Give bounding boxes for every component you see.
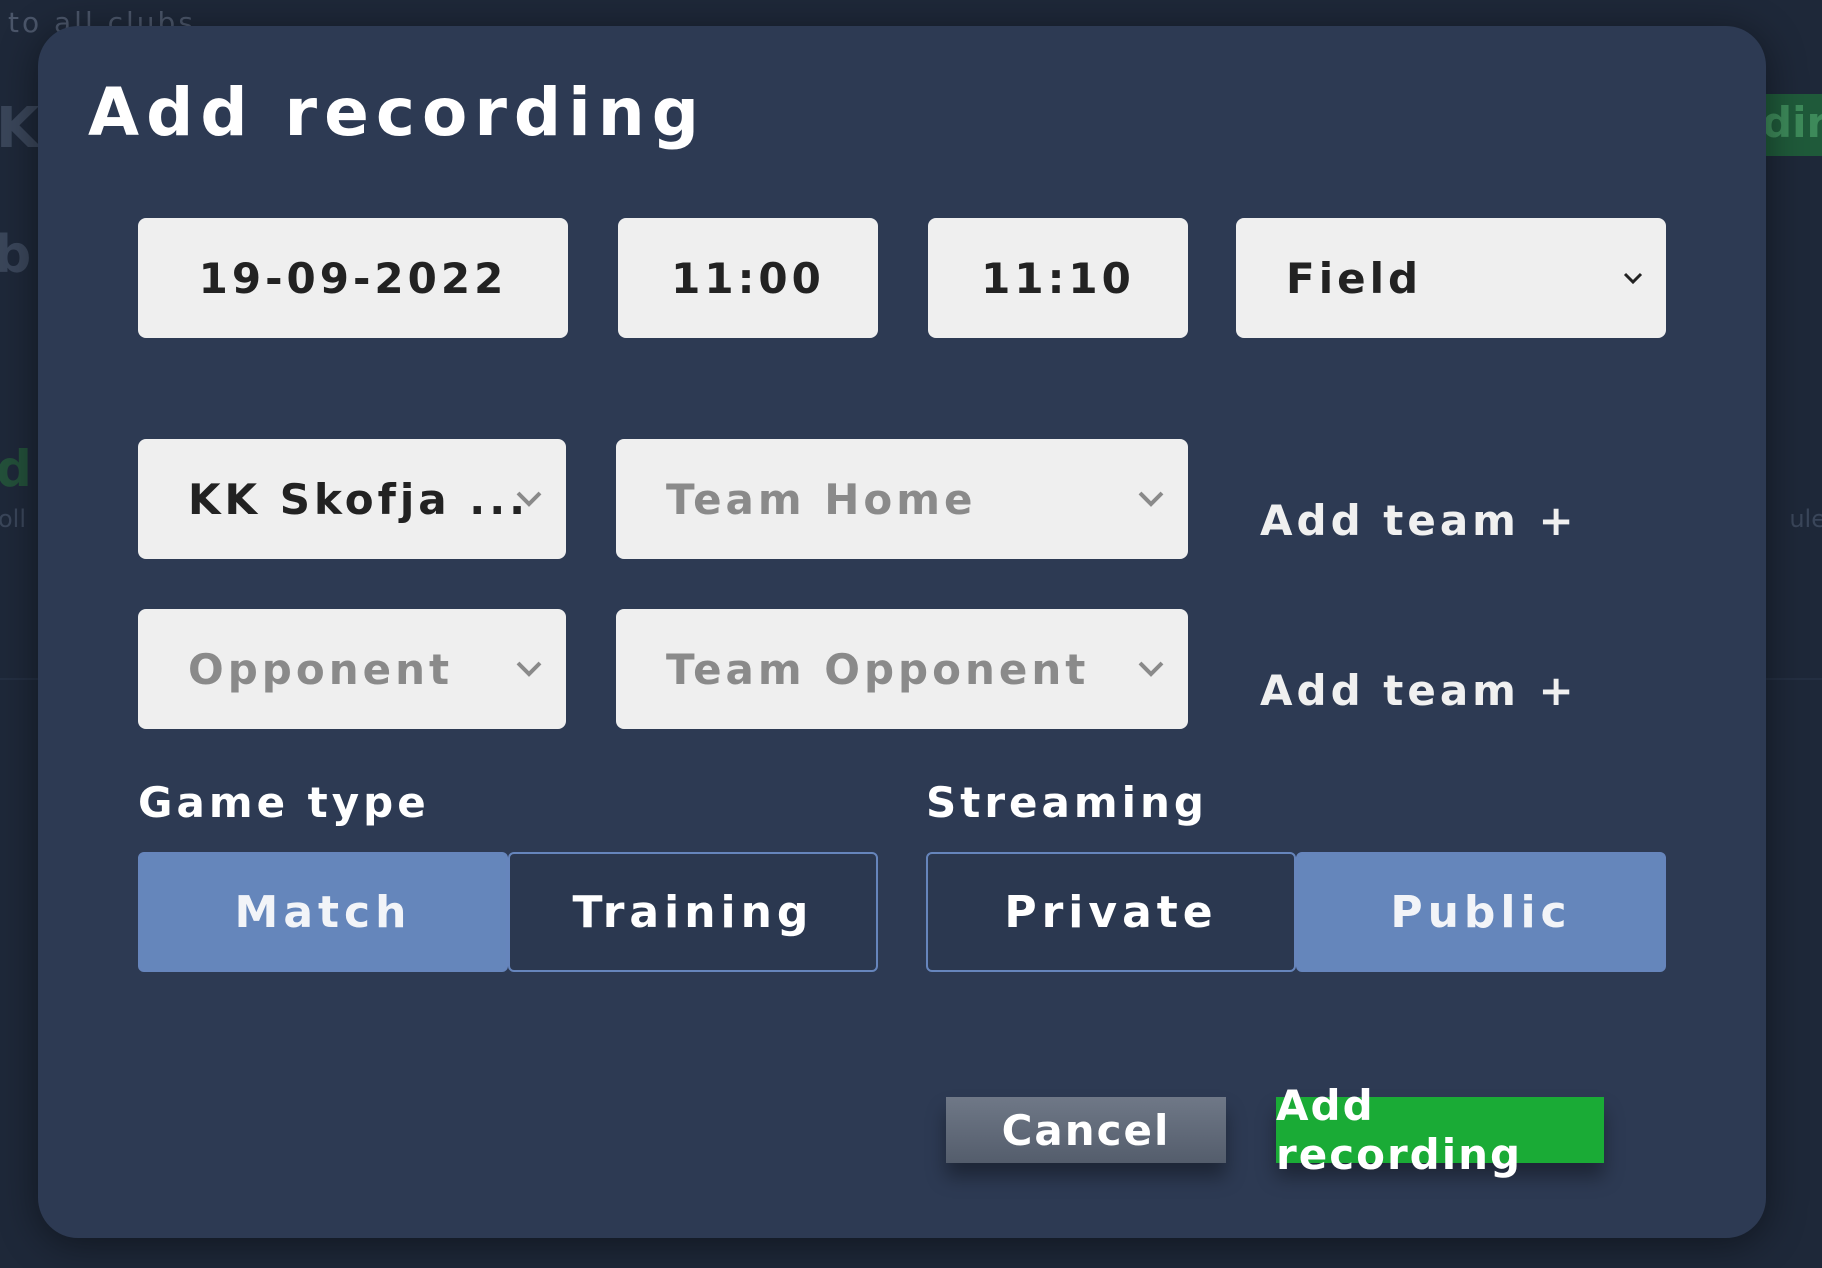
chevron-down-icon: [1136, 489, 1166, 509]
background-text-right: ule: [1789, 505, 1822, 533]
field-select-value: Field: [1286, 253, 1423, 303]
add-opponent-team-link[interactable]: Add team +: [1260, 666, 1578, 715]
chevron-down-icon: [514, 489, 544, 509]
opponent-placeholder: Opponent: [188, 644, 454, 694]
add-recording-modal: Add recording 19-09-2022 11:00 11:10 Fie…: [38, 26, 1766, 1238]
home-club-value: KK Skofja ...: [188, 474, 530, 524]
field-select[interactable]: Field: [1236, 218, 1666, 338]
background-add-button-label: dir: [1762, 98, 1822, 147]
game-type-match-option[interactable]: Match: [138, 852, 508, 972]
home-team-placeholder: Team Home: [666, 474, 977, 524]
end-time-input[interactable]: 11:10: [928, 218, 1188, 338]
streaming-public-option[interactable]: Public: [1296, 852, 1666, 972]
date-input[interactable]: 19-09-2022: [138, 218, 568, 338]
chevron-down-icon: [1136, 659, 1166, 679]
background-subheading: b: [0, 225, 32, 285]
streaming-private-option[interactable]: Private: [926, 852, 1296, 972]
add-home-team-link[interactable]: Add team +: [1260, 496, 1578, 545]
opponent-team-placeholder: Team Opponent: [666, 644, 1090, 694]
chevron-down-icon: [1622, 271, 1644, 285]
streaming-label: Streaming: [926, 778, 1208, 827]
opponent-club-select[interactable]: Opponent: [138, 609, 566, 729]
opponent-team-select[interactable]: Team Opponent: [616, 609, 1188, 729]
start-time-value: 11:00: [671, 253, 825, 303]
add-recording-button[interactable]: Add recording: [1276, 1081, 1604, 1179]
date-value: 19-09-2022: [198, 253, 508, 303]
background-text-left: oll: [0, 505, 27, 533]
chevron-down-icon: [514, 659, 544, 679]
game-type-training-option[interactable]: Training: [508, 852, 878, 972]
game-type-label: Game type: [138, 778, 430, 827]
modal-title: Add recording: [88, 74, 706, 151]
start-time-input[interactable]: 11:00: [618, 218, 878, 338]
home-team-select[interactable]: Team Home: [616, 439, 1188, 559]
background-green-text: d: [0, 440, 32, 498]
home-club-select[interactable]: KK Skofja ...: [138, 439, 566, 559]
end-time-value: 11:10: [981, 253, 1135, 303]
cancel-button[interactable]: Cancel: [946, 1097, 1226, 1163]
